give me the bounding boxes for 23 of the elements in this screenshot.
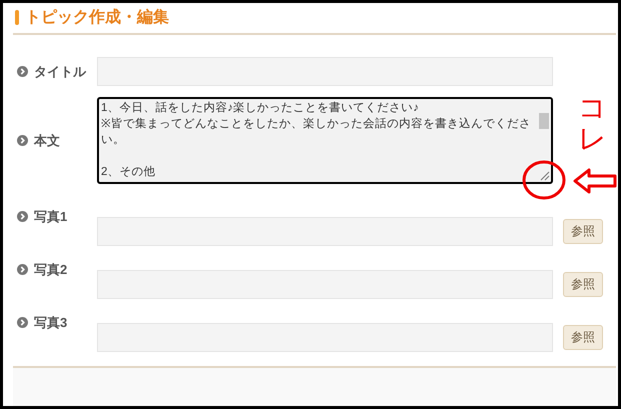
file-input[interactable] [97, 322, 553, 352]
file-input[interactable] [97, 270, 553, 299]
circle-mark [522, 160, 566, 200]
chevron-icon [17, 211, 28, 222]
browse-button[interactable]: 参照 [563, 324, 603, 350]
annotation-text: コレ [578, 93, 606, 155]
heading-marker [15, 10, 19, 26]
resize-grip-icon[interactable] [538, 168, 550, 181]
field-label: 本文 [34, 132, 60, 150]
field-label: 写真3 [34, 314, 68, 332]
page-heading: トピック作成・編集 [25, 8, 169, 28]
file-input[interactable] [97, 216, 553, 246]
browse-button[interactable]: 参照 [563, 272, 603, 297]
field-label: タイトル [34, 63, 86, 82]
chevron-icon [17, 264, 28, 276]
title-input[interactable] [97, 57, 553, 86]
browse-button[interactable]: 参照 [563, 218, 603, 244]
chevron-icon [17, 66, 28, 78]
chevron-icon [17, 134, 28, 146]
chevron-icon [17, 317, 28, 328]
arrow-icon [573, 168, 617, 194]
field-label: 写真1 [34, 208, 68, 226]
field-label: 写真2 [34, 260, 68, 279]
